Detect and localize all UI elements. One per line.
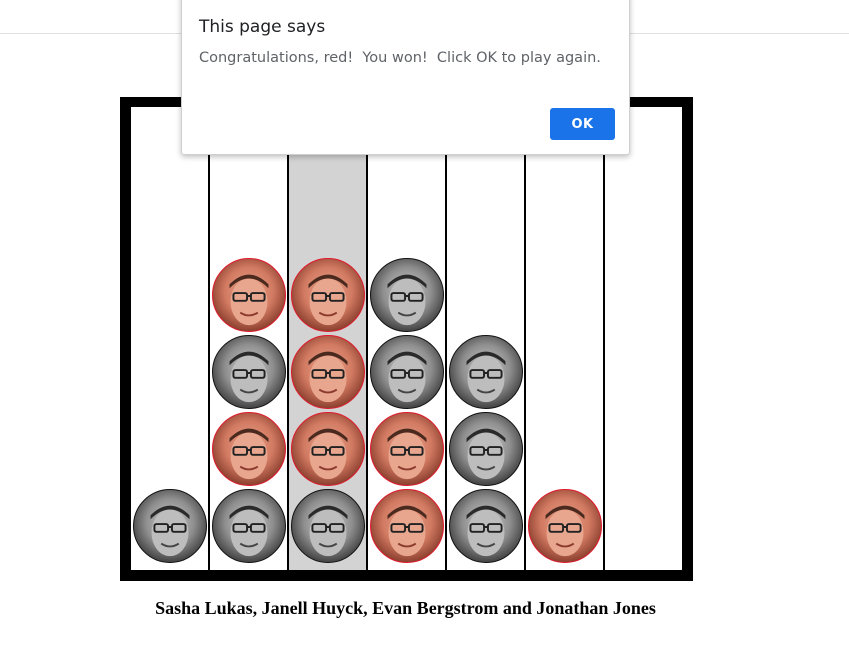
board-column-3[interactable] (289, 107, 368, 570)
game-piece-black (290, 489, 365, 563)
game-piece-black (211, 489, 286, 563)
player-photo-icon (387, 351, 426, 403)
player-photo-icon (229, 428, 268, 480)
board-column-1[interactable] (131, 107, 210, 570)
player-photo-icon (466, 351, 505, 403)
game-piece-red (290, 412, 365, 486)
game-piece-black (448, 489, 523, 563)
player-photo-icon (466, 505, 505, 557)
player-photo-icon (229, 505, 268, 557)
player-photo-icon (387, 274, 426, 326)
player-photo-icon (545, 505, 584, 557)
player-photo-icon (466, 428, 505, 480)
game-piece-red (290, 335, 365, 409)
player-photo-icon (308, 505, 347, 557)
game-piece-black (448, 335, 523, 409)
game-piece-red (369, 489, 444, 563)
board-column-7[interactable] (605, 107, 682, 570)
board-column-6[interactable] (526, 107, 605, 570)
player-photo-icon (229, 274, 268, 326)
board-column-2[interactable] (210, 107, 289, 570)
player-photo-icon (308, 274, 347, 326)
board-column-5[interactable] (447, 107, 526, 570)
game-piece-red (290, 258, 365, 332)
game-piece-red (211, 258, 286, 332)
game-piece-black (448, 412, 523, 486)
player-photo-icon (150, 505, 189, 557)
board-column-4[interactable] (368, 107, 447, 570)
ok-button[interactable]: OK (550, 108, 615, 140)
credits: Sasha Lukas, Janell Huyck, Evan Bergstro… (155, 598, 656, 618)
player-photo-icon (387, 428, 426, 480)
dialog-title: This page says (199, 17, 326, 37)
dialog-message: Congratulations, red! You won! Click OK … (199, 50, 601, 66)
alert-dialog: This page says Congratulations, red! You… (181, 0, 630, 155)
game-board (120, 97, 693, 581)
player-photo-icon (308, 428, 347, 480)
game-piece-black (369, 258, 444, 332)
game-piece-red (211, 412, 286, 486)
player-photo-icon (308, 351, 347, 403)
player-photo-icon (229, 351, 268, 403)
game-piece-black (369, 335, 444, 409)
game-piece-black (211, 335, 286, 409)
game-piece-red (527, 489, 602, 563)
game-piece-red (369, 412, 444, 486)
player-photo-icon (387, 505, 426, 557)
game-piece-black (132, 489, 207, 563)
